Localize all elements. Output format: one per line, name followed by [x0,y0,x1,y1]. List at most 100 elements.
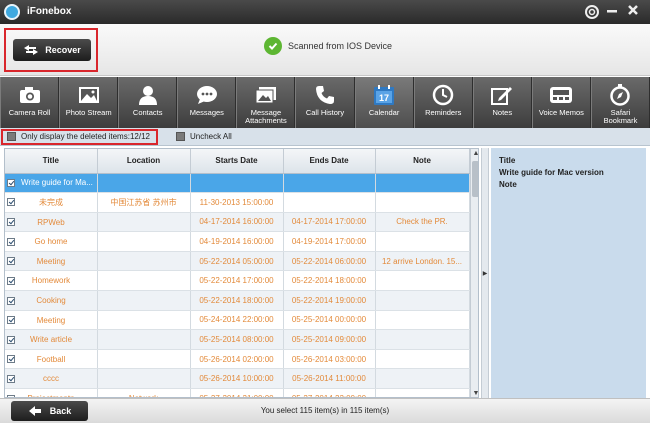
table-scrollbar[interactable]: ▲ ▼ [470,149,478,397]
chevron-right-icon[interactable]: ▶ [483,270,488,277]
row-checkbox[interactable] [7,276,15,285]
category-label: Reminders [425,108,462,117]
minimize-button[interactable] [603,3,621,21]
table-row[interactable]: Meeting 05-22-2014 05:00:00 05-22-2014 06:… [5,251,470,272]
cell-note [375,270,470,292]
category-label: Safari Bookmark [603,108,638,125]
cell-ends [283,173,376,194]
category-calendar[interactable]: 17 Calendar [354,77,414,128]
row-checkbox[interactable] [7,178,15,187]
cell-location [97,310,191,331]
table-row[interactable]: RPWeb 04-17-2014 16:00:00 04-17-2014 17:00… [5,212,470,233]
table-row[interactable]: Go home 04-19-2014 16:00:00 04-19-2014 17:… [5,231,470,252]
compass-icon [608,84,632,106]
category-voice-memos[interactable]: Voice Memos [531,77,591,128]
table-row[interactable]: Meeting 05-24-2014 22:00:00 05-25-2014 00:… [5,310,470,331]
uncheck-all-checkbox[interactable] [176,132,185,141]
table-row[interactable]: Write article 05-25-2014 08:00:00 05-25-20… [5,329,470,350]
detail-note-label: Note [499,180,517,189]
row-checkbox[interactable] [7,237,15,246]
table-row[interactable]: cccc 05-26-2014 10:00:00 05-26-2014 11:00:… [5,368,470,390]
cell-starts: 05-26-2014 10:00:00 [190,368,284,390]
cell-note [375,349,470,370]
calendar-icon: 17 [372,84,396,106]
cell-starts: 05-25-2014 08:00:00 [190,329,284,350]
category-call-history[interactable]: Call History [295,77,355,128]
cell-title: Cooking [5,290,98,311]
category-reminders[interactable]: Reminders [413,77,473,128]
cell-title: 未完成 [5,192,98,213]
cell-location [97,349,191,370]
category-safari-bookmark[interactable]: Safari Bookmark [590,77,650,128]
cell-title: cccc [5,368,98,390]
category-message-attachments[interactable]: Message Attachments [236,77,296,128]
cell-starts: 05-22-2014 05:00:00 [190,251,284,272]
recover-button[interactable]: Recover [13,39,91,61]
table-row[interactable]: Cooking 05-22-2014 18:00:00 05-22-2014 19:… [5,290,470,311]
column-header-note[interactable]: Note [375,149,470,174]
column-header-title[interactable]: Title [5,149,98,174]
scroll-down-icon[interactable]: ▼ [471,389,478,397]
cell-starts: 05-22-2014 18:00:00 [190,290,284,311]
cell-title: Meeting [5,251,98,272]
cell-starts: 05-24-2014 22:00:00 [190,310,284,331]
scroll-thumb[interactable] [472,161,478,197]
panel-splitter[interactable]: ▶ [481,148,489,398]
column-header-ends-date[interactable]: Ends Date [283,149,376,174]
category-label: Voice Memos [538,108,584,117]
cell-ends: 04-17-2014 17:00:00 [283,212,376,233]
uncheck-all-toggle[interactable]: Uncheck All [176,132,232,141]
voice-memo-icon [549,84,573,106]
cell-starts: 04-19-2014 16:00:00 [190,231,284,252]
cell-location [97,251,191,272]
app-title: iFonebox [27,6,72,17]
table-row[interactable]: Homework 05-22-2014 17:00:00 05-22-2014 18… [5,270,470,292]
cell-ends: 05-22-2014 06:00:00 [283,251,376,272]
cell-location [97,290,191,311]
category-label: Messages [189,108,224,117]
recover-label: Recover [45,45,81,55]
scroll-up-icon[interactable]: ▲ [471,149,478,159]
row-checkbox[interactable] [7,296,15,305]
row-checkbox[interactable] [7,218,15,227]
category-photo-stream[interactable]: Photo Stream [59,77,119,128]
column-header-location[interactable]: Location [97,149,191,174]
category-contacts[interactable]: Contacts [118,77,178,128]
only-deleted-label: Only display the deleted items:12/12 [21,132,150,141]
cell-location [97,173,191,194]
row-title: Write guide for Ma... [21,178,93,188]
row-checkbox[interactable] [7,355,15,364]
row-checkbox[interactable] [7,335,15,344]
only-deleted-toggle[interactable]: Only display the deleted items:12/12 [7,132,150,141]
row-checkbox[interactable] [7,198,15,207]
cell-ends: 05-22-2014 18:00:00 [283,270,376,292]
table-row[interactable]: Football 05-26-2014 02:00:00 05-26-2014 03… [5,349,470,370]
category-camera-roll[interactable]: Camera Roll [0,77,60,128]
cell-note [375,231,470,252]
table-row[interactable]: ProjectmentpNetwork05-27-2014 21:00:0005… [5,388,470,397]
clock-icon [431,84,455,106]
cell-note [375,368,470,390]
category-bar: Camera Roll Photo Stream Contacts Messag… [0,77,650,128]
table-row[interactable]: Write guide for Ma... [5,173,470,194]
close-button[interactable] [624,3,642,21]
cell-title: Go home [5,231,98,252]
column-header-starts-date[interactable]: Starts Date [190,149,284,174]
attachment-icon [254,84,278,106]
row-checkbox[interactable] [7,374,15,383]
row-checkbox[interactable] [7,257,15,266]
category-notes[interactable]: Notes [472,77,532,128]
support-icon[interactable] [583,3,601,21]
recover-icon [24,45,39,55]
row-title: Go home [34,237,68,247]
cell-note [375,329,470,350]
row-checkbox[interactable] [7,316,15,325]
category-label: Notes [492,108,513,117]
only-deleted-checkbox[interactable] [7,132,16,141]
table-row[interactable]: 未完成 中国江苏省 苏州市 11-30-2013 15:00:00 [5,192,470,213]
category-messages[interactable]: Messages [177,77,237,128]
notes-icon [490,84,514,106]
category-label: Camera Roll [8,108,51,117]
phone-icon [313,84,337,106]
table-header: Title Location Starts Date Ends Date Not… [5,149,470,174]
